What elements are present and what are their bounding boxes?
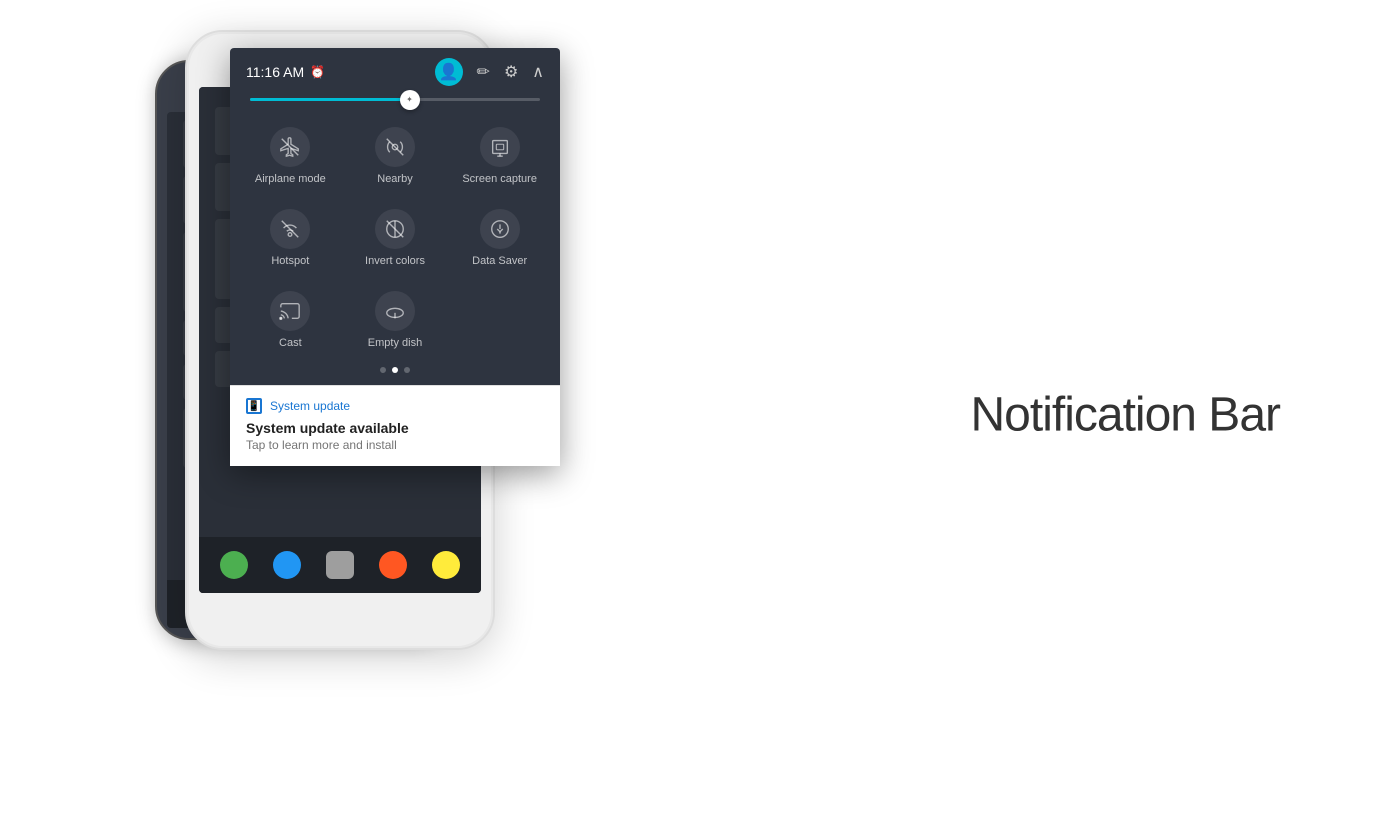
dock-home-icon: [273, 551, 301, 579]
data-saver-icon: [489, 218, 511, 240]
dock-camera-icon: [379, 551, 407, 579]
invert-colors-label: Invert colors: [365, 255, 425, 267]
panel-header-icons: 👤 ✏ ⚙ ∧: [435, 58, 544, 86]
dock-apps-icon: [326, 551, 354, 579]
cast-icon-wrap: [270, 291, 310, 331]
data-saver-label: Data Saver: [472, 255, 527, 267]
notif-title: System update available: [246, 420, 544, 436]
tile-data-saver[interactable]: Data Saver: [447, 195, 552, 277]
airplane-mode-icon-wrap: [270, 127, 310, 167]
nearby-label: Nearby: [377, 173, 412, 185]
brightness-thumb[interactable]: [400, 90, 420, 110]
brightness-fill: [250, 98, 410, 101]
screen-capture-icon-wrap: [480, 127, 520, 167]
dock-browser-icon: [432, 551, 460, 579]
notif-app-row: 📱 System update: [246, 398, 544, 414]
nearby-icon-wrap: [375, 127, 415, 167]
settings-icon[interactable]: ⚙: [504, 62, 518, 82]
tile-invert-colors[interactable]: Invert colors: [343, 195, 448, 277]
notification-card[interactable]: 📱 System update System update available …: [230, 385, 560, 466]
tile-screen-capture[interactable]: Screen capture: [447, 113, 552, 195]
dot-3: [404, 367, 410, 373]
screen-capture-label: Screen capture: [462, 173, 537, 185]
phone-dock: [199, 537, 481, 593]
avatar-button[interactable]: 👤: [435, 58, 463, 86]
nearby-icon: [384, 136, 406, 158]
dot-1: [380, 367, 386, 373]
edit-icon[interactable]: ✏: [477, 62, 490, 82]
notification-panel: 11:16 AM ⏰ 👤 ✏ ⚙ ∧ Airp: [230, 48, 560, 466]
tile-hotspot[interactable]: Hotspot: [238, 195, 343, 277]
airplane-mode-icon: [279, 136, 301, 158]
notif-app-icon: 📱: [246, 398, 262, 414]
empty-dish-icon-wrap: [375, 291, 415, 331]
alarm-icon: ⏰: [310, 65, 325, 79]
pagination-dots: [230, 359, 560, 385]
empty-dish-label: Empty dish: [368, 337, 422, 349]
collapse-icon[interactable]: ∧: [532, 62, 544, 82]
invert-colors-icon-wrap: [375, 209, 415, 249]
invert-colors-icon: [384, 218, 406, 240]
avatar-icon: 👤: [439, 62, 459, 82]
dock-phone-icon: [220, 551, 248, 579]
notif-body: Tap to learn more and install: [246, 438, 544, 452]
quick-tiles-grid: Airplane mode Nearby: [230, 113, 560, 359]
cast-icon: [279, 300, 301, 322]
brightness-track[interactable]: [250, 98, 540, 101]
hotspot-icon-wrap: [270, 209, 310, 249]
notif-app-name: System update: [270, 399, 350, 413]
page-title: Notification Bar: [971, 387, 1280, 442]
cast-label: Cast: [279, 337, 302, 349]
data-saver-icon-wrap: [480, 209, 520, 249]
screen-capture-icon: [489, 136, 511, 158]
tile-cast[interactable]: Cast: [238, 277, 343, 359]
hotspot-icon: [279, 218, 301, 240]
panel-time-row: 11:16 AM ⏰: [246, 64, 325, 80]
tile-empty-dish[interactable]: Empty dish: [343, 277, 448, 359]
empty-dish-icon: [384, 300, 406, 322]
tile-airplane-mode[interactable]: Airplane mode: [238, 113, 343, 195]
tile-nearby[interactable]: Nearby: [343, 113, 448, 195]
panel-header: 11:16 AM ⏰ 👤 ✏ ⚙ ∧: [230, 48, 560, 94]
dot-2-active: [392, 367, 398, 373]
hotspot-label: Hotspot: [271, 255, 309, 267]
panel-time-text: 11:16 AM: [246, 64, 304, 80]
airplane-mode-label: Airplane mode: [255, 173, 326, 185]
brightness-row[interactable]: [230, 94, 560, 113]
